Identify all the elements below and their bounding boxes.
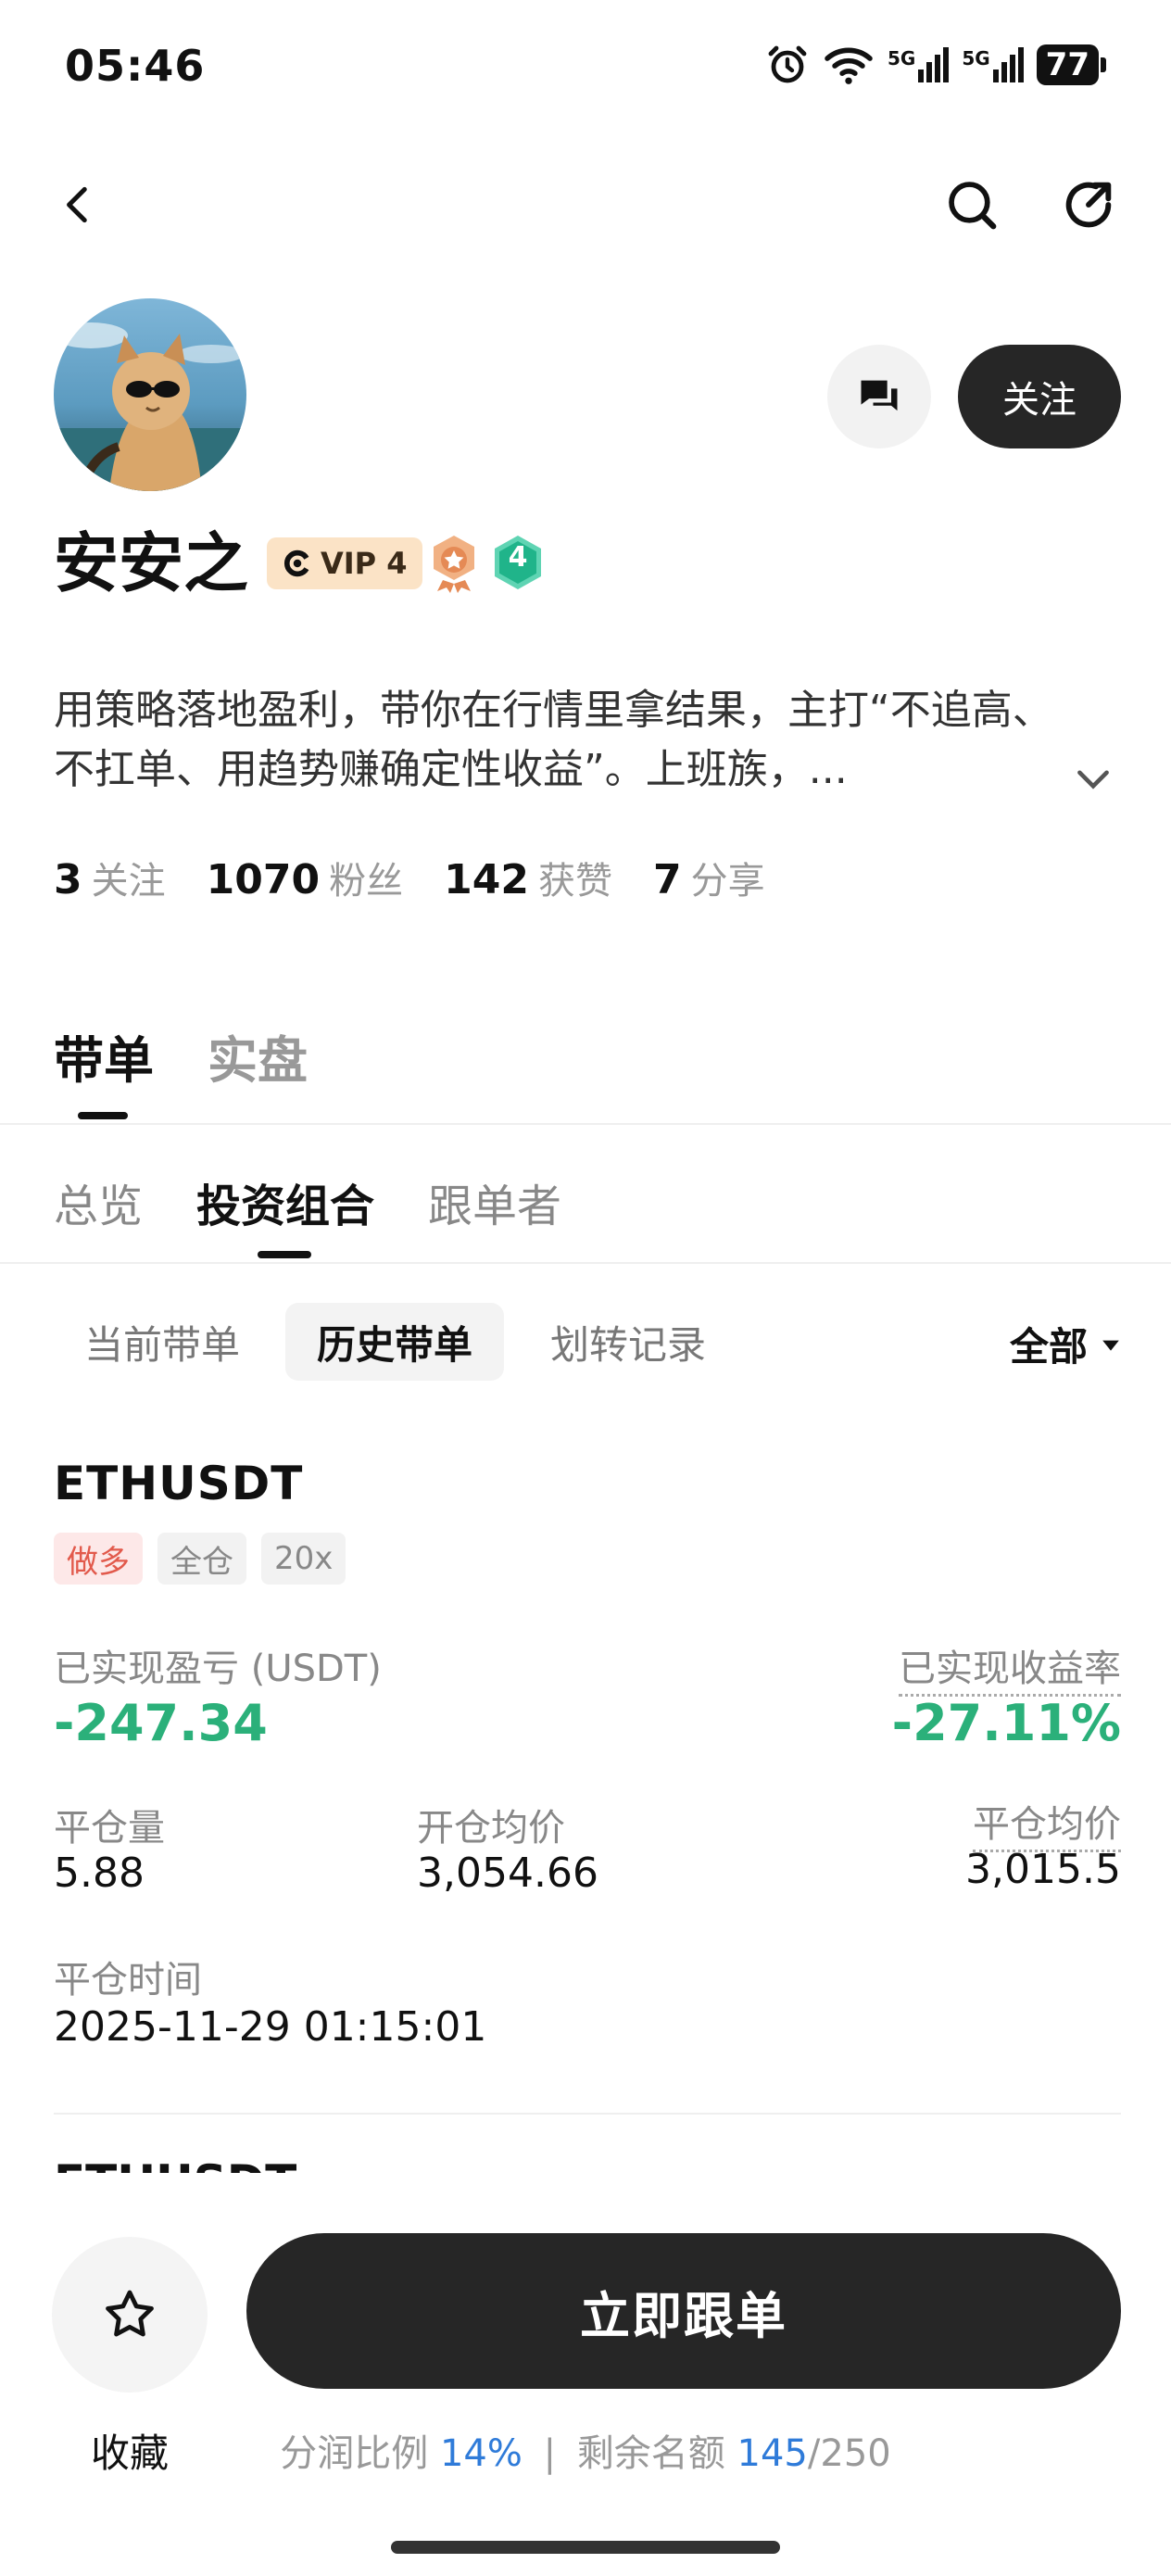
share-button[interactable] xyxy=(1047,163,1130,246)
search-button[interactable] xyxy=(930,163,1014,246)
main-tab-indicator xyxy=(78,1112,128,1119)
vip-label: VIP 4 xyxy=(321,546,408,581)
home-indicator xyxy=(391,2541,780,2554)
leverage-tag: 20x xyxy=(261,1533,346,1585)
tab-portfolio[interactable]: 投资组合 xyxy=(196,1169,374,1234)
margin-mode-tag: 全仓 xyxy=(157,1533,246,1585)
status-time: 05:46 xyxy=(65,41,206,91)
message-button[interactable] xyxy=(827,345,931,448)
realized-roi-label[interactable]: 已实现收益率 xyxy=(899,1638,1121,1697)
realized-pnl-label: 已实现盈亏 (USDT) xyxy=(54,1648,382,1690)
stat-following[interactable]: 3 关注 xyxy=(54,851,166,904)
stat-label: 分享 xyxy=(690,860,765,903)
vip-badge: VIP 4 xyxy=(267,537,422,589)
stat-shares[interactable]: 7 分享 xyxy=(653,851,765,904)
sub-tab-indicator xyxy=(258,1251,311,1258)
filter-all-label: 全部 xyxy=(1009,1324,1088,1370)
follow-button[interactable]: 关注 xyxy=(958,345,1121,448)
chevron-left-icon xyxy=(67,186,87,223)
tab-followers[interactable]: 跟单者 xyxy=(428,1169,561,1234)
open-avg-value: 3,054.66 xyxy=(417,1850,598,1897)
star-icon xyxy=(106,2290,154,2337)
stat-followers[interactable]: 1070 粉丝 xyxy=(207,851,403,904)
tab-copy-trading[interactable]: 带单 xyxy=(54,1019,154,1092)
tab-live-account[interactable]: 实盘 xyxy=(208,1019,308,1092)
caret-down-icon xyxy=(1102,1340,1119,1351)
status-icons: 5G 5G 77 xyxy=(765,43,1106,87)
copy-trade-button[interactable]: 立即跟单 xyxy=(246,2233,1121,2389)
level-number: 4 xyxy=(508,541,528,574)
realized-roi-value: -27.11% xyxy=(891,1694,1121,1752)
profit-share-info: 分润比例 14% | 剩余名额 145/250 xyxy=(0,2423,1171,2477)
filter-history-orders[interactable]: 历史带单 xyxy=(285,1303,504,1381)
favorite-button[interactable] xyxy=(52,2237,208,2393)
stat-label: 粉丝 xyxy=(329,860,404,903)
medal-icon xyxy=(426,532,482,593)
share-icon xyxy=(1065,182,1112,228)
wifi-icon xyxy=(825,47,873,84)
network-label: 5G xyxy=(962,47,990,69)
signal-5g-icon: 5G xyxy=(887,47,950,82)
remaining-slots-total: /250 xyxy=(807,2432,891,2475)
position-symbol: ETHUSDT xyxy=(54,1457,304,1510)
stat-label: 获赞 xyxy=(537,860,612,903)
alarm-icon xyxy=(768,45,807,83)
expand-bio-button[interactable] xyxy=(1070,755,1116,802)
filter-current-orders[interactable]: 当前带单 xyxy=(65,1303,259,1381)
close-avg-label[interactable]: 平仓均价 xyxy=(973,1794,1121,1852)
back-button[interactable] xyxy=(37,163,120,246)
profile-stats: 3 关注 1070 粉丝 142 获赞 7 分享 xyxy=(54,851,765,904)
divider xyxy=(0,1262,1171,1264)
remaining-slots-value: 145 xyxy=(737,2432,808,2475)
card-divider xyxy=(54,2113,1121,2115)
avatar[interactable] xyxy=(54,298,246,491)
close-qty-value: 5.88 xyxy=(54,1850,145,1897)
tab-overview[interactable]: 总览 xyxy=(54,1169,143,1234)
close-time-label: 平仓时间 xyxy=(54,1959,202,2001)
realized-pnl-value: -247.34 xyxy=(54,1694,268,1752)
side-tag: 做多 xyxy=(54,1533,143,1585)
close-time-value: 2025-11-29 01:15:01 xyxy=(54,2003,487,2051)
level-badge: 4 xyxy=(491,534,545,591)
close-avg-value: 3,015.5 xyxy=(965,1846,1121,1893)
bio-text: 用策略落地盈利，带你在行情里拿结果，主打“不追高、不扛单、用趋势赚确定性收益”。… xyxy=(54,687,1053,793)
network-label: 5G xyxy=(887,47,916,69)
stat-likes[interactable]: 142 获赞 xyxy=(444,851,612,904)
stat-number: 3 xyxy=(54,856,82,903)
profit-share-value: 14% xyxy=(439,2432,523,2475)
profit-share-label: 分润比例 xyxy=(280,2432,429,2475)
stat-number: 142 xyxy=(444,856,529,903)
signal-5g-icon: 5G xyxy=(962,47,1024,82)
remaining-slots-label: 剩余名额 xyxy=(576,2432,725,2475)
search-icon xyxy=(949,182,997,230)
open-avg-label: 开仓均价 xyxy=(417,1807,565,1850)
stat-number: 7 xyxy=(652,856,682,903)
stat-label: 关注 xyxy=(91,860,166,903)
separator: | xyxy=(543,2432,557,2475)
filter-transfer-records[interactable]: 划转记录 xyxy=(530,1303,726,1381)
divider xyxy=(0,1123,1171,1125)
stat-number: 1070 xyxy=(206,856,321,903)
battery-icon: 77 xyxy=(1036,44,1106,85)
chat-icon xyxy=(861,380,898,411)
vip-logo-icon xyxy=(283,549,309,577)
filter-all-dropdown[interactable]: 全部 xyxy=(1010,1316,1121,1372)
battery-level: 77 xyxy=(1036,44,1099,85)
chevron-down-icon xyxy=(1077,770,1109,789)
trader-name: 安安之 xyxy=(54,525,248,601)
close-qty-label: 平仓量 xyxy=(54,1807,165,1850)
